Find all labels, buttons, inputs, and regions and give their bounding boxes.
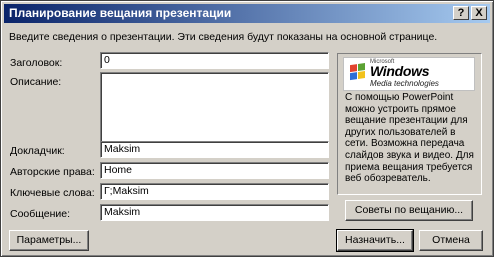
keywords-input[interactable]: Г;Maksim <box>100 183 329 200</box>
message-label: Сообщение: <box>10 208 71 220</box>
speaker-label: Докладчик: <box>10 145 65 157</box>
title-bar[interactable]: Планирование вещания презентации ? X <box>4 4 490 23</box>
speaker-input[interactable]: Maksim <box>100 141 329 158</box>
message-input[interactable]: Maksim <box>100 204 329 221</box>
broadcast-dialog: Планирование вещания презентации ? X Вве… <box>0 0 494 257</box>
title-label: Заголовок: <box>10 57 63 69</box>
info-text: С помощью PowerPoint можно устроить прям… <box>345 92 474 185</box>
windows-media-logo: Microsoft Windows Media technologies <box>343 57 475 91</box>
settings-button[interactable]: Параметры... <box>9 230 89 251</box>
description-textarea[interactable] <box>100 72 329 152</box>
logo-windows-text: Windows <box>370 63 430 79</box>
description-label: Описание: <box>10 76 62 88</box>
keywords-label: Ключевые слова: <box>10 187 95 199</box>
broadcast-tips-button[interactable]: Советы по вещанию... <box>345 200 473 221</box>
title-input[interactable]: 0 <box>100 52 329 69</box>
copyright-input[interactable]: Home <box>100 162 329 179</box>
intro-text: Введите сведения о презентации. Эти свед… <box>9 31 438 43</box>
help-button[interactable]: ? <box>453 6 469 20</box>
cancel-button[interactable]: Отмена <box>419 230 483 251</box>
close-button[interactable]: X <box>471 6 487 20</box>
info-panel: Microsoft Windows Media technologies С п… <box>337 53 482 195</box>
windows-flag-icon <box>350 63 366 81</box>
dialog-title: Планирование вещания презентации <box>9 6 232 20</box>
copyright-label: Авторские права: <box>10 166 95 178</box>
logo-media-text: Media technologies <box>370 79 439 88</box>
schedule-button[interactable]: Назначить... <box>336 229 414 252</box>
